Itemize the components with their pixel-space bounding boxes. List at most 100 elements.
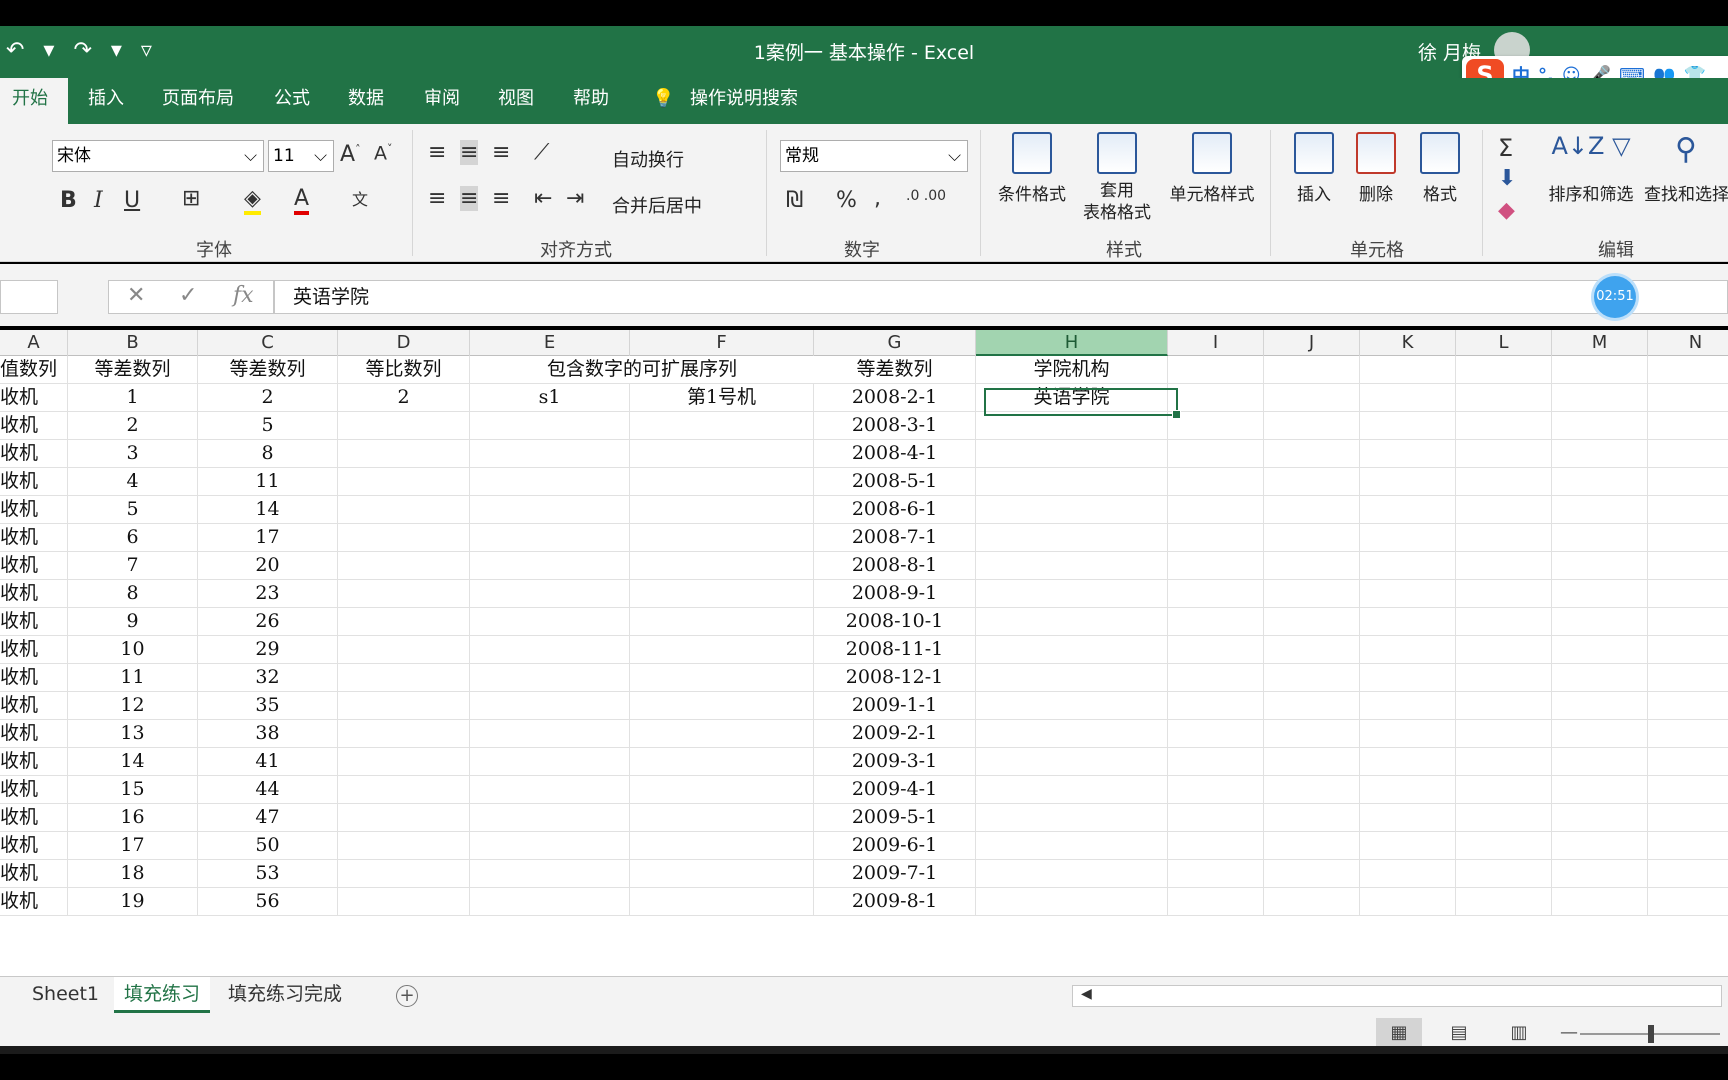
zoom-slider-thumb[interactable] bbox=[1648, 1025, 1654, 1043]
cell-n11[interactable] bbox=[1648, 636, 1728, 664]
cell-l9[interactable] bbox=[1456, 580, 1552, 608]
cell-g4[interactable]: 2008-4-1 bbox=[814, 440, 976, 468]
orientation-icon[interactable]: ⟋ bbox=[534, 140, 549, 165]
conditional-format-button[interactable]: 条件格式 bbox=[994, 132, 1070, 205]
column-header-a[interactable]: A bbox=[0, 330, 68, 356]
currency-icon[interactable]: ₪ bbox=[786, 188, 803, 213]
cell-n12[interactable] bbox=[1648, 664, 1728, 692]
cell-d9[interactable] bbox=[338, 580, 470, 608]
cell-j2[interactable] bbox=[1264, 384, 1360, 412]
font-size-select[interactable]: 11 ⌵ bbox=[268, 140, 334, 172]
cell-b11[interactable]: 10 bbox=[68, 636, 198, 664]
cell-l4[interactable] bbox=[1456, 440, 1552, 468]
column-header-k[interactable]: K bbox=[1360, 330, 1456, 356]
cell-j4[interactable] bbox=[1264, 440, 1360, 468]
cell-n14[interactable] bbox=[1648, 720, 1728, 748]
cell-c17[interactable]: 47 bbox=[198, 804, 338, 832]
cell-c16[interactable]: 44 bbox=[198, 776, 338, 804]
cell-f2[interactable]: 第1号机 bbox=[630, 384, 814, 412]
cell-l7[interactable] bbox=[1456, 524, 1552, 552]
cell-a13[interactable]: 收机 bbox=[0, 692, 68, 720]
cell-d16[interactable] bbox=[338, 776, 470, 804]
cell-a1[interactable]: 值数列 bbox=[0, 356, 68, 384]
cell-l13[interactable] bbox=[1456, 692, 1552, 720]
cell-l18[interactable] bbox=[1456, 832, 1552, 860]
cell-n7[interactable] bbox=[1648, 524, 1728, 552]
cell-k3[interactable] bbox=[1360, 412, 1456, 440]
cell-b17[interactable]: 16 bbox=[68, 804, 198, 832]
cell-m13[interactable] bbox=[1552, 692, 1648, 720]
cell-j8[interactable] bbox=[1264, 552, 1360, 580]
cell-g9[interactable]: 2008-9-1 bbox=[814, 580, 976, 608]
cell-h17[interactable] bbox=[976, 804, 1168, 832]
cell-n4[interactable] bbox=[1648, 440, 1728, 468]
find-select-button[interactable]: ⚲ 查找和选择 bbox=[1644, 132, 1728, 205]
enter-icon[interactable]: ✓ bbox=[179, 283, 197, 308]
cell-c8[interactable]: 20 bbox=[198, 552, 338, 580]
cell-j11[interactable] bbox=[1264, 636, 1360, 664]
cell-f13[interactable] bbox=[630, 692, 814, 720]
cell-l14[interactable] bbox=[1456, 720, 1552, 748]
cell-a20[interactable]: 收机 bbox=[0, 888, 68, 916]
column-header-l[interactable]: L bbox=[1456, 330, 1552, 356]
cell-h2[interactable]: 英语学院 bbox=[976, 384, 1168, 412]
cell-k12[interactable] bbox=[1360, 664, 1456, 692]
cell-d19[interactable] bbox=[338, 860, 470, 888]
cell-k2[interactable] bbox=[1360, 384, 1456, 412]
cell-b12[interactable]: 11 bbox=[68, 664, 198, 692]
autosum-icon[interactable]: Σ bbox=[1498, 134, 1513, 162]
cell-j5[interactable] bbox=[1264, 468, 1360, 496]
cell-f8[interactable] bbox=[630, 552, 814, 580]
align-top-icon[interactable]: ≡ bbox=[428, 140, 446, 165]
cell-b9[interactable]: 8 bbox=[68, 580, 198, 608]
cell-i17[interactable] bbox=[1168, 804, 1264, 832]
cell-h4[interactable] bbox=[976, 440, 1168, 468]
column-header-m[interactable]: M bbox=[1552, 330, 1648, 356]
cell-a3[interactable]: 收机 bbox=[0, 412, 68, 440]
cell-k1[interactable] bbox=[1360, 356, 1456, 384]
cell-d10[interactable] bbox=[338, 608, 470, 636]
column-header-i[interactable]: I bbox=[1168, 330, 1264, 356]
cell-a19[interactable]: 收机 bbox=[0, 860, 68, 888]
cell-f11[interactable] bbox=[630, 636, 814, 664]
decrease-indent-icon[interactable]: ⇤ bbox=[534, 186, 552, 211]
cell-f20[interactable] bbox=[630, 888, 814, 916]
cell-g14[interactable]: 2009-2-1 bbox=[814, 720, 976, 748]
cell-l1[interactable] bbox=[1456, 356, 1552, 384]
cell-c15[interactable]: 41 bbox=[198, 748, 338, 776]
cell-g19[interactable]: 2009-7-1 bbox=[814, 860, 976, 888]
cell-l11[interactable] bbox=[1456, 636, 1552, 664]
tab-help[interactable]: 帮助 bbox=[573, 78, 609, 124]
cell-l2[interactable] bbox=[1456, 384, 1552, 412]
cell-h7[interactable] bbox=[976, 524, 1168, 552]
cell-f17[interactable] bbox=[630, 804, 814, 832]
cell-k16[interactable] bbox=[1360, 776, 1456, 804]
cell-l8[interactable] bbox=[1456, 552, 1552, 580]
cell-l17[interactable] bbox=[1456, 804, 1552, 832]
cell-c20[interactable]: 56 bbox=[198, 888, 338, 916]
cell-h12[interactable] bbox=[976, 664, 1168, 692]
cell-n9[interactable] bbox=[1648, 580, 1728, 608]
cell-m10[interactable] bbox=[1552, 608, 1648, 636]
cell-h8[interactable] bbox=[976, 552, 1168, 580]
cell-n8[interactable] bbox=[1648, 552, 1728, 580]
cell-d14[interactable] bbox=[338, 720, 470, 748]
cell-n20[interactable] bbox=[1648, 888, 1728, 916]
cell-k13[interactable] bbox=[1360, 692, 1456, 720]
cell-f12[interactable] bbox=[630, 664, 814, 692]
page-break-view-icon[interactable]: ▥ bbox=[1496, 1018, 1542, 1048]
cell-e9[interactable] bbox=[470, 580, 630, 608]
column-header-b[interactable]: B bbox=[68, 330, 198, 356]
cell-k20[interactable] bbox=[1360, 888, 1456, 916]
normal-view-icon[interactable]: ▦ bbox=[1376, 1018, 1422, 1048]
cell-c12[interactable]: 32 bbox=[198, 664, 338, 692]
cell-b3[interactable]: 2 bbox=[68, 412, 198, 440]
cell-h11[interactable] bbox=[976, 636, 1168, 664]
cell-f3[interactable] bbox=[630, 412, 814, 440]
cell-c9[interactable]: 23 bbox=[198, 580, 338, 608]
cell-c13[interactable]: 35 bbox=[198, 692, 338, 720]
cell-g13[interactable]: 2009-1-1 bbox=[814, 692, 976, 720]
cell-b13[interactable]: 12 bbox=[68, 692, 198, 720]
cell-b8[interactable]: 7 bbox=[68, 552, 198, 580]
cell-b6[interactable]: 5 bbox=[68, 496, 198, 524]
